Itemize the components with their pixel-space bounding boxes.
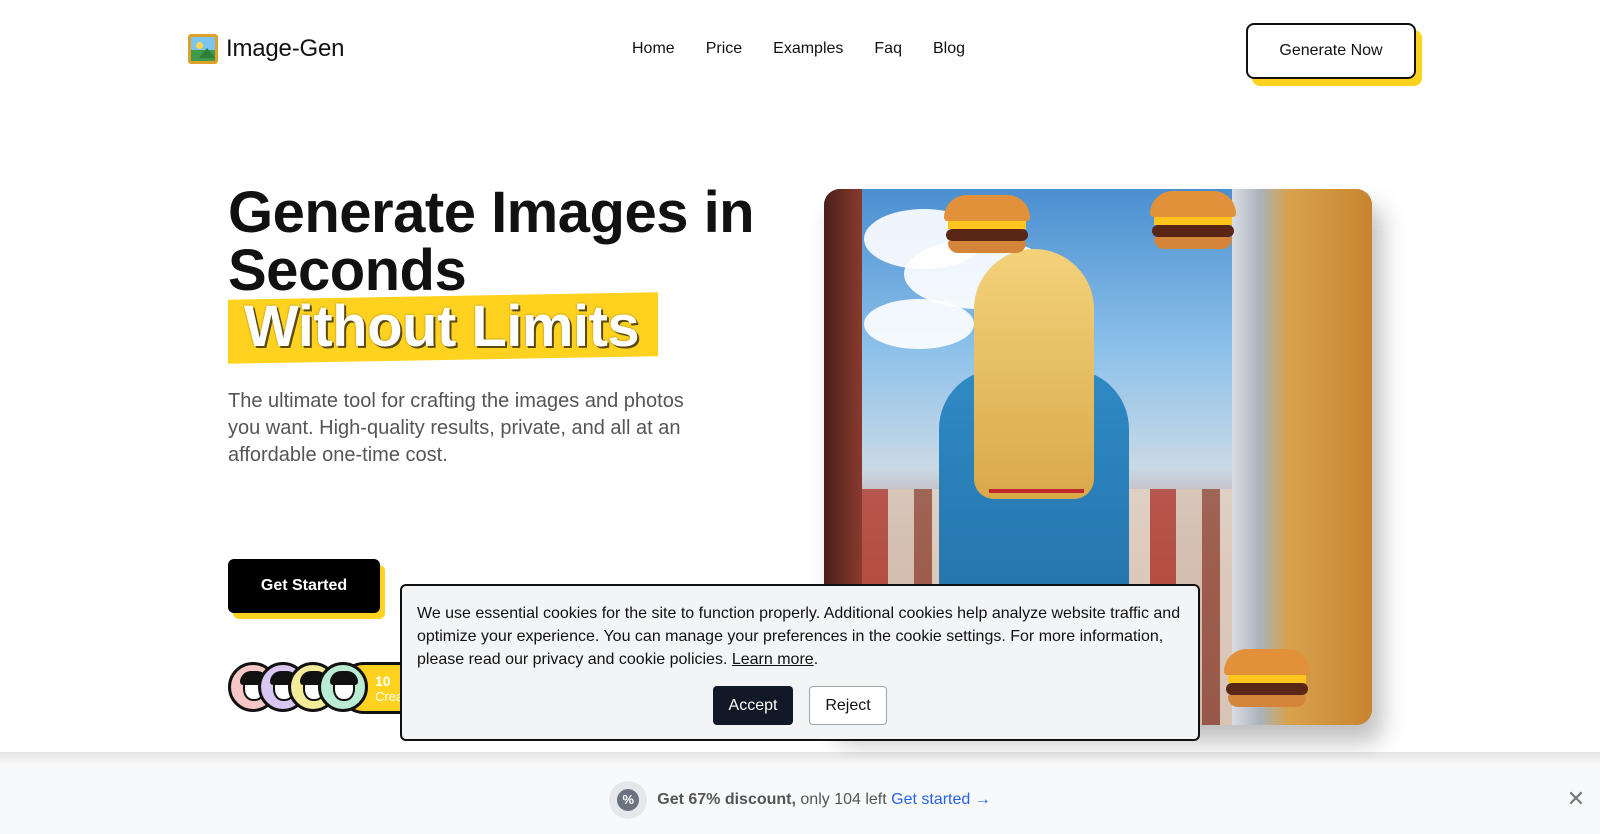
percent-glyph: %	[617, 788, 640, 811]
cookie-actions: Accept Reject	[402, 686, 1198, 725]
bun-bottom	[1228, 695, 1306, 707]
hero-title: Generate Images in Seconds	[228, 180, 755, 303]
girl-belt	[989, 489, 1084, 493]
bun-bottom	[948, 241, 1026, 253]
close-icon[interactable]: ✕	[1562, 785, 1590, 813]
logo-text: Image-Gen	[226, 35, 345, 62]
learn-more-link[interactable]: Learn more	[732, 651, 814, 668]
cheese	[1154, 217, 1232, 225]
patty	[946, 229, 1028, 241]
promo-get-started-link[interactable]: Get started →	[891, 791, 991, 808]
accept-button[interactable]: Accept	[713, 686, 793, 725]
cheese	[1228, 675, 1306, 683]
hero-title-line-2: Seconds	[228, 238, 467, 303]
cookie-text: We use essential cookies for the site to…	[417, 602, 1183, 671]
framed-picture-icon	[188, 34, 218, 64]
get-started-wrapper: Get Started	[228, 559, 385, 619]
burger	[1224, 649, 1310, 709]
promo-discount: Get 67% discount,	[657, 790, 796, 808]
burger	[944, 195, 1030, 255]
reject-button[interactable]: Reject	[809, 686, 887, 725]
avatar-hair	[330, 671, 358, 685]
hero-title-line-1: Generate Images in	[228, 180, 755, 245]
cloud	[864, 299, 974, 349]
bun-bottom	[1154, 237, 1232, 249]
bun-top	[944, 195, 1030, 221]
promo-message: Get 67% discount, only 104 left Get star…	[657, 791, 990, 809]
window-frame-right	[1232, 189, 1372, 725]
burger	[1150, 191, 1236, 251]
bun-top	[1224, 649, 1310, 675]
cookie-period: .	[813, 651, 819, 668]
patty	[1226, 683, 1308, 695]
cheese	[948, 221, 1026, 229]
nav-faq[interactable]: Faq	[874, 40, 902, 58]
get-started-button[interactable]: Get Started	[228, 559, 380, 613]
promo-bar: % Get 67% discount, only 104 left Get st…	[0, 765, 1600, 834]
cookie-banner: We use essential cookies for the site to…	[400, 584, 1200, 741]
patty	[1152, 225, 1234, 237]
promo-remaining: only 104 left	[800, 790, 887, 808]
nav-examples[interactable]: Examples	[773, 40, 843, 58]
hero-highlight: Without Limits	[228, 292, 658, 364]
hero-highlight-text: Without Limits	[244, 294, 640, 359]
hero-subtitle: The ultimate tool for crafting the image…	[228, 390, 684, 466]
main-nav: Home Price Examples Faq Blog	[632, 40, 965, 58]
nav-blog[interactable]: Blog	[933, 40, 965, 58]
generate-now-button[interactable]: Generate Now	[1246, 23, 1416, 79]
bun-top	[1150, 191, 1236, 217]
promo-content: % Get 67% discount, only 104 left Get st…	[609, 780, 991, 819]
percent-badge-icon: %	[609, 780, 648, 819]
generate-now-wrapper: Generate Now	[1246, 23, 1422, 86]
logo[interactable]: Image-Gen	[188, 34, 344, 64]
nav-price[interactable]: Price	[706, 40, 742, 58]
girl-hair	[974, 249, 1094, 499]
nav-home[interactable]: Home	[632, 40, 675, 58]
avatar	[318, 662, 368, 712]
